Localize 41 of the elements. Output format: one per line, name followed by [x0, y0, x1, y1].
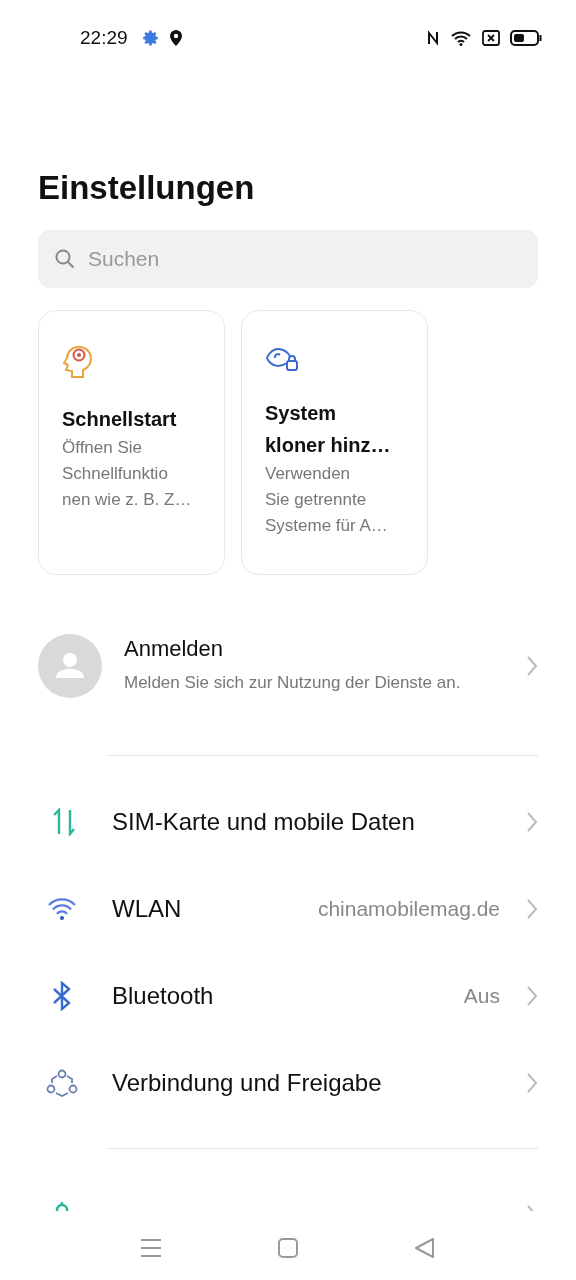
item-label: Verbindung und Freigabe — [112, 1068, 383, 1097]
item-label: WLAN — [112, 894, 183, 923]
home-square-icon[interactable] — [277, 1236, 299, 1259]
status-time: 22:29 — [80, 27, 128, 49]
card-description: Sie getrennte — [265, 489, 367, 511]
settings-item[interactable]: Bluetooth Aus — [0, 952, 576, 1039]
item-value: Aus — [463, 983, 500, 1008]
shortcut-card[interactable]: Schnellstart Öffnen Sie Schnellfunktio nen wie z. B. Z… — [38, 310, 225, 575]
settings-item[interactable]: WLAN chinamobilemag.de — [0, 865, 576, 952]
item-label: Bluetooth — [112, 981, 215, 1010]
card-description: Verwenden — [265, 463, 351, 485]
card-description: Schnellfunktio — [62, 463, 168, 485]
gear-icon — [141, 29, 160, 47]
no-sim-icon — [482, 30, 500, 46]
account-subtitle: Melden Sie sich zur Nutzung der Dienste an. — [124, 672, 461, 694]
wifi-icon — [47, 896, 77, 921]
bluetooth-icon — [51, 980, 73, 1011]
account-row[interactable]: Anmelden Melden Sie sich zur Nutzung der Dienste an. — [38, 611, 538, 721]
card-title: System — [265, 401, 337, 426]
item-label: SIM-Karte und mobile Daten — [112, 807, 416, 836]
settings-item[interactable]: SIM-Karte und mobile Daten — [0, 778, 576, 865]
search-field[interactable]: Suchen — [38, 230, 538, 288]
battery-icon — [510, 30, 542, 46]
settings-item[interactable]: Verbindung und Freigabe — [0, 1039, 576, 1126]
page-title: Einstellungen — [38, 168, 256, 208]
item-value: chinamobilemag.de — [317, 896, 500, 921]
menu-icon[interactable] — [140, 1237, 162, 1258]
back-triangle-icon[interactable] — [414, 1236, 436, 1259]
wifi-icon — [450, 30, 472, 46]
nfc-icon — [426, 30, 440, 46]
location-pin-icon — [169, 30, 182, 46]
avatar-icon — [38, 634, 102, 698]
card-title: Schnellstart — [62, 407, 177, 432]
connected-circles-icon — [46, 1068, 78, 1097]
head-target-icon — [62, 343, 94, 379]
card-description: Öffnen Sie — [62, 437, 143, 459]
card-title: kloner hinz… — [265, 433, 391, 458]
card-description: Systeme für A… — [265, 515, 388, 537]
account-title: Anmelden — [124, 636, 224, 662]
shortcut-card[interactable]: System kloner hinz… Verwenden Sie getrennte Systeme für A… — [241, 310, 428, 575]
card-description: nen wie z. B. Z… — [62, 489, 192, 511]
